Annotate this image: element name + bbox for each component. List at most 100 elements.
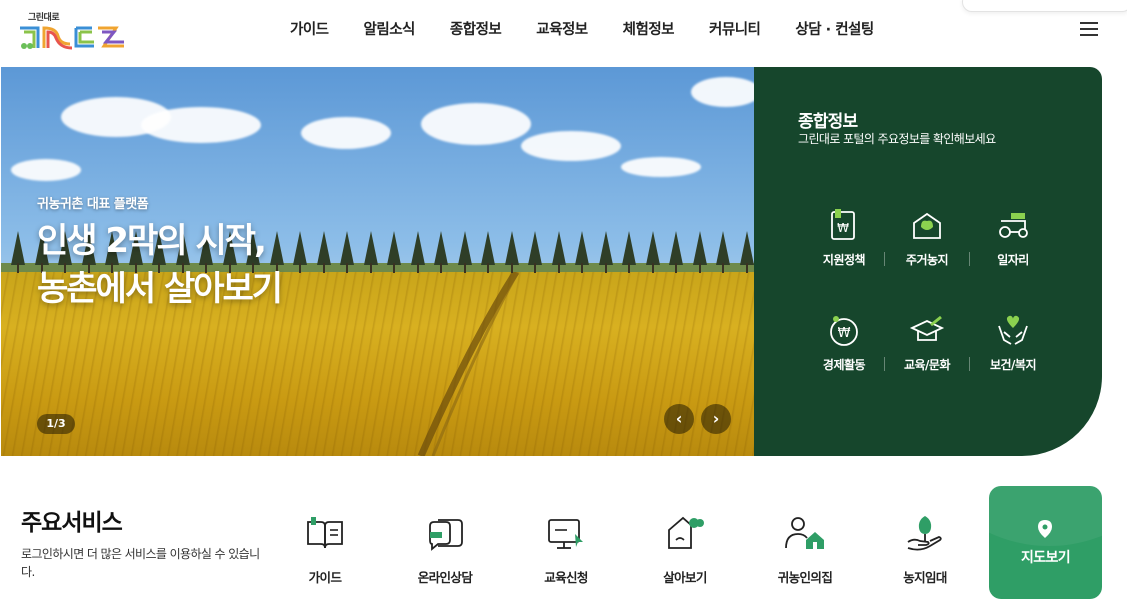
category-welfare[interactable]: 보건/복지 xyxy=(969,312,1057,382)
svg-text:₩: ₩ xyxy=(837,221,849,235)
tree-trunk xyxy=(17,263,19,273)
tree-trunk xyxy=(651,263,654,273)
tree xyxy=(434,231,448,265)
map-view-label: 지도보기 xyxy=(1020,550,1071,566)
service-label: 가이드 xyxy=(308,570,342,585)
category-label: 지원정책 xyxy=(822,253,866,267)
service-label: 살아보기 xyxy=(663,570,707,585)
chat-bubble-icon xyxy=(429,519,463,551)
home-icon xyxy=(668,516,704,549)
cloud xyxy=(141,107,261,143)
cloud xyxy=(621,157,701,177)
category-label: 보건/복지 xyxy=(989,358,1037,372)
logo[interactable]: 그린대로 xyxy=(18,10,128,52)
hero-title-line1: 인생 2막의 시작, xyxy=(37,221,267,261)
won-document-icon: ₩ xyxy=(831,209,855,240)
tree-trunk xyxy=(675,263,677,273)
tree-trunk xyxy=(628,263,630,273)
category-label: 경제활동 xyxy=(822,358,866,372)
tree-trunk xyxy=(416,263,419,273)
tree-trunk xyxy=(745,263,748,273)
service-education-apply[interactable]: 교육신청 xyxy=(521,512,611,586)
nav-education[interactable]: 교육정보 xyxy=(536,18,588,39)
graduation-cap-icon xyxy=(909,315,945,341)
tree xyxy=(622,231,636,265)
cloud xyxy=(301,117,391,149)
tree xyxy=(598,231,613,265)
category-label: 일자리 xyxy=(997,253,1029,267)
info-panel-description: 그린대로 포털의 주요정보를 확인해보세요 xyxy=(798,132,996,146)
service-farmer-house[interactable]: 귀농인의집 xyxy=(760,512,850,586)
top-tab[interactable] xyxy=(962,0,1127,12)
tree xyxy=(669,231,683,265)
main-nav: 가이드 알림소식 종합정보 교육정보 체험정보 커뮤니티 상담 · 컨설팅 xyxy=(290,18,909,39)
service-label: 온라인상담 xyxy=(417,570,473,585)
service-label: 농지임대 xyxy=(903,570,947,585)
person-house-icon xyxy=(785,517,824,549)
tractor-icon xyxy=(999,213,1028,238)
hero-subtitle: 귀농귀촌 대표 플랫폼 xyxy=(37,197,149,212)
service-guide[interactable]: 가이드 xyxy=(280,512,370,586)
service-farmland-lease[interactable]: 농지임대 xyxy=(880,512,970,586)
category-education[interactable]: 교육/문화 xyxy=(883,312,971,382)
service-label: 교육신청 xyxy=(544,570,588,585)
info-panel-title: 종합정보 xyxy=(798,112,858,132)
service-label: 귀농인의집 xyxy=(777,570,833,585)
cloud xyxy=(691,77,754,107)
service-online-consult[interactable]: 온라인상담 xyxy=(400,512,490,586)
tree xyxy=(739,231,754,265)
tree xyxy=(481,231,495,265)
svg-text:₩: ₩ xyxy=(838,326,851,341)
tree-trunk xyxy=(557,263,560,273)
category-housing[interactable]: 주거농지 xyxy=(883,207,971,277)
cloud xyxy=(11,159,81,181)
nav-experience[interactable]: 체험정보 xyxy=(623,18,675,39)
category-jobs[interactable]: 일자리 xyxy=(969,207,1057,277)
tree-trunk xyxy=(487,263,489,273)
tree xyxy=(528,231,542,265)
nav-community[interactable]: 커뮤니티 xyxy=(709,18,761,39)
category-economy[interactable]: ₩ 경제활동 xyxy=(800,312,888,382)
cloud xyxy=(421,103,531,145)
map-view-button[interactable]: 지도보기 xyxy=(989,486,1102,599)
tree-trunk xyxy=(604,263,607,273)
heart-hands-icon xyxy=(998,315,1028,345)
location-pin-icon xyxy=(1038,520,1052,538)
service-live-trial[interactable]: 살아보기 xyxy=(640,512,730,586)
tree xyxy=(457,231,472,265)
nav-guide[interactable]: 가이드 xyxy=(290,18,329,39)
tree xyxy=(410,231,425,265)
site-header: 그린대로 가이드 알림소식 종합정보 교육정보 체험정보 커뮤니티 상담 · 컨… xyxy=(0,0,1127,66)
tree-trunk xyxy=(463,263,466,273)
category-policy[interactable]: ₩ 지원정책 xyxy=(800,207,888,277)
hero-banner: 귀농귀촌 대표 플랫폼 인생 2막의 시작, 농촌에서 살아보기 1/3 ‹ › xyxy=(1,67,754,456)
house-leaf-icon xyxy=(913,212,941,239)
tree xyxy=(575,231,589,265)
tree xyxy=(645,231,660,265)
tree xyxy=(504,231,519,265)
category-label: 교육/문화 xyxy=(903,358,951,372)
hamburger-menu-icon[interactable] xyxy=(1080,22,1098,36)
won-coin-icon: ₩ xyxy=(830,316,858,346)
tree-trunk xyxy=(510,263,513,273)
tree-trunk xyxy=(722,263,724,273)
prev-slide-button[interactable]: ‹ xyxy=(664,404,694,434)
tree xyxy=(692,231,707,265)
category-label: 주거농지 xyxy=(905,253,949,267)
nav-consulting[interactable]: 상담 · 컨설팅 xyxy=(795,18,874,39)
hero-title: 인생 2막의 시작, 농촌에서 살아보기 xyxy=(37,217,397,313)
monitor-icon xyxy=(548,519,583,549)
hero-title-line2: 농촌에서 살아보기 xyxy=(37,269,283,309)
tree-trunk xyxy=(581,263,583,273)
tree-trunk xyxy=(698,263,701,273)
services-heading: 주요서비스 xyxy=(21,510,123,536)
nav-info[interactable]: 종합정보 xyxy=(450,18,502,39)
tree xyxy=(551,231,566,265)
nav-news[interactable]: 알림소식 xyxy=(364,18,416,39)
next-slide-button[interactable]: › xyxy=(701,404,731,434)
logo-mark-icon xyxy=(20,26,124,50)
tree xyxy=(716,231,730,265)
cloud xyxy=(521,131,621,161)
tree xyxy=(11,231,25,265)
services-description: 로그인하시면 더 많은 서비스를 이용하실 수 있습니다. xyxy=(21,547,260,579)
